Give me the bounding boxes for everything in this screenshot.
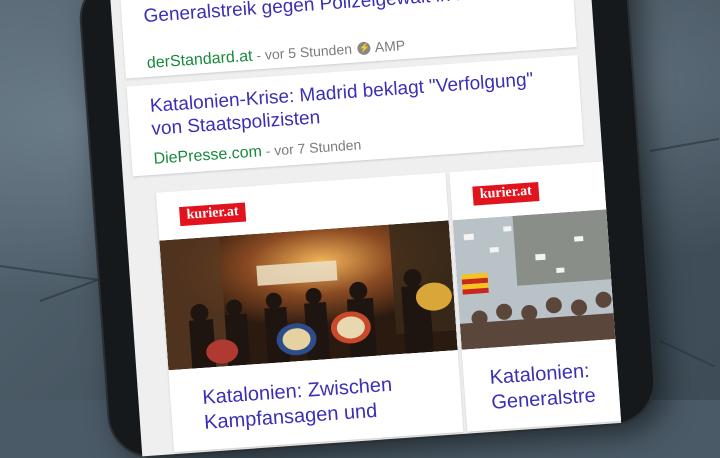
publisher-logo: kurier.at bbox=[179, 202, 247, 227]
story-photo[interactable] bbox=[159, 220, 458, 371]
news-source[interactable]: DiePresse.com bbox=[153, 143, 262, 168]
slate-crack bbox=[649, 137, 720, 152]
amp-label: AMP bbox=[374, 37, 406, 56]
news-source[interactable]: derStandard.at bbox=[146, 48, 253, 72]
top-story-card[interactable]: kurier.at bbox=[155, 172, 464, 453]
story-title[interactable]: Katalonien: Zwischen Kampfansagen und bbox=[202, 368, 464, 436]
phone-device: Generalstreik gegen Polizeigewalt in Kat… bbox=[78, 0, 657, 458]
news-time: - vor 7 Stunden bbox=[261, 136, 362, 160]
news-meta: DiePresse.com - vor 7 Stunden bbox=[153, 136, 362, 168]
top-story-card[interactable]: kurier.at bbox=[449, 161, 622, 432]
story-title[interactable]: Katalonien: Generalstre bbox=[489, 352, 621, 416]
amp-icon: ⚡ bbox=[357, 41, 372, 56]
story-photo[interactable] bbox=[452, 208, 622, 350]
protest-photo-illustration bbox=[159, 220, 458, 371]
news-time: - vor 5 Stunden bbox=[251, 40, 353, 64]
phone-screen: Generalstreik gegen Polizeigewalt in Kat… bbox=[108, 0, 622, 457]
strike-photo-illustration bbox=[452, 208, 622, 350]
slate-crack bbox=[39, 276, 107, 302]
slate-crack bbox=[659, 340, 715, 368]
news-headline[interactable]: Generalstreik gegen Polizeigewalt in Kat… bbox=[143, 0, 554, 28]
news-meta: derStandard.at - vor 5 Stunden ⚡ AMP bbox=[146, 37, 405, 73]
news-headline[interactable]: Katalonien-Krise: Madrid beklagt "Verfol… bbox=[149, 66, 561, 140]
publisher-logo: kurier.at bbox=[472, 182, 540, 206]
